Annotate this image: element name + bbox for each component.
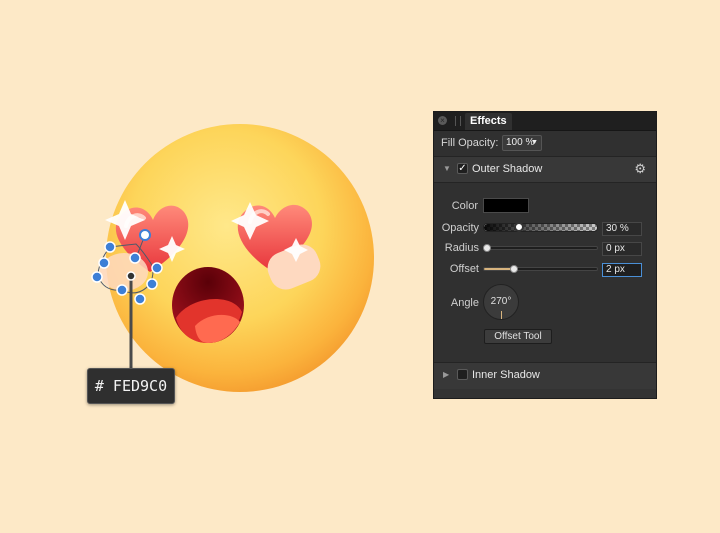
angle-label: Angle	[450, 297, 479, 309]
outer-shadow-header[interactable]: ▼ ✓ Outer Shadow ⚙	[434, 156, 656, 183]
effects-panel: × Effects Fill Opacity: 100 % ▼ ▼ ✓ Oute…	[433, 111, 657, 399]
angle-dial[interactable]: 270°	[483, 284, 519, 320]
offset-label: Offset	[449, 263, 479, 275]
offset-slider-knob[interactable]	[510, 265, 518, 273]
inner-shadow-header[interactable]: ▶ Inner Shadow	[434, 362, 656, 390]
opacity-slider[interactable]	[483, 223, 598, 232]
design-canvas[interactable]: # FED9C0	[0, 0, 420, 533]
fill-opacity-select[interactable]: 100 % ▼	[502, 135, 542, 151]
color-hex-tooltip: # FED9C0	[87, 368, 175, 404]
drag-grip-icon[interactable]	[455, 116, 461, 126]
astonished-heart-eyes-emoji[interactable]	[0, 0, 420, 533]
angle-indicator	[501, 311, 502, 319]
disclosure-right-icon[interactable]: ▶	[443, 370, 449, 379]
fill-opacity-row: Fill Opacity: 100 % ▼	[434, 131, 656, 155]
tab-effects[interactable]: Effects	[465, 113, 512, 130]
open-mouth	[172, 267, 244, 343]
angle-value: 270°	[490, 296, 512, 307]
shadow-color-swatch[interactable]	[483, 198, 529, 213]
radius-slider[interactable]	[486, 246, 598, 250]
radius-slider-knob[interactable]	[483, 244, 491, 252]
disclosure-down-icon[interactable]: ▼	[443, 164, 451, 173]
panel-titlebar: × Effects	[434, 112, 656, 131]
chevron-down-icon: ▼	[531, 139, 538, 146]
opacity-value-field[interactable]: 30 %	[602, 222, 642, 236]
inner-shadow-checkbox[interactable]	[457, 369, 468, 380]
fill-opacity-label: Fill Opacity:	[441, 137, 499, 149]
offset-tool-button[interactable]: Offset Tool	[484, 329, 552, 344]
outer-shadow-checkbox[interactable]: ✓	[457, 163, 468, 174]
outer-shadow-label: Outer Shadow	[472, 163, 543, 175]
color-label: Color	[451, 200, 478, 212]
offset-value-field[interactable]: 2 px	[602, 263, 642, 277]
next-section-header	[434, 389, 656, 398]
gear-icon[interactable]: ⚙	[634, 161, 646, 177]
close-icon[interactable]: ×	[438, 116, 447, 125]
inner-shadow-label: Inner Shadow	[472, 369, 540, 381]
offset-slider[interactable]	[483, 267, 598, 271]
opacity-slider-knob[interactable]	[514, 222, 524, 232]
radius-value-field[interactable]: 0 px	[602, 242, 642, 256]
radius-label: Radius	[444, 242, 479, 254]
opacity-label: Opacity	[441, 222, 479, 234]
